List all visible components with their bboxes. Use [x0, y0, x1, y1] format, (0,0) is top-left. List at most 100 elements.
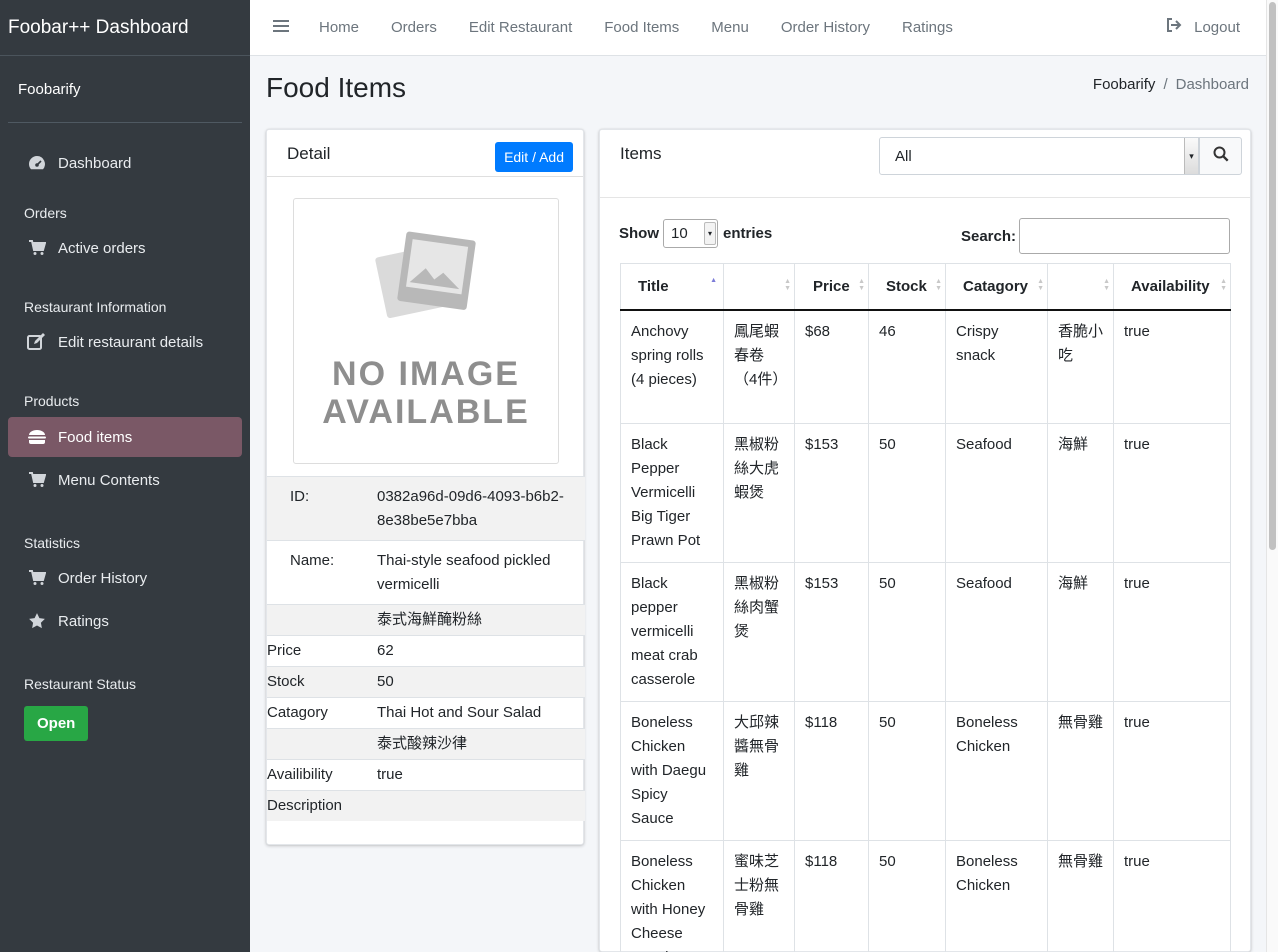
nav-link-order-history[interactable]: Order History — [765, 19, 886, 36]
sidebar-item-label: Active orders — [58, 239, 146, 257]
detail-value — [377, 790, 585, 821]
table-search-input[interactable] — [1019, 218, 1230, 254]
table-search: Search: — [961, 218, 1230, 254]
shopping-cart-icon — [26, 238, 48, 258]
entries-length-control: Show 10 ▾ entries — [619, 219, 772, 248]
detail-label: Catagory — [267, 697, 377, 729]
column-header-stock[interactable]: Stock ▲ ▼ — [868, 263, 946, 311]
column-header-title[interactable]: Title ▲ — [620, 263, 724, 311]
cell-availability: true — [1113, 309, 1231, 424]
cell-title: Anchovy spring rolls (4 pieces) — [620, 309, 724, 424]
detail-label: Stock — [267, 666, 377, 698]
cell-title-zh: 黑椒粉絲肉蟹煲 — [723, 562, 795, 702]
table-row[interactable]: Black Pepper Vermicelli Big Tiger Prawn … — [620, 423, 1231, 563]
detail-row-id: ID: 0382a96d-09d6-4093-b6b2-8e38be5e7bba — [267, 476, 585, 541]
cell-stock: 50 — [868, 562, 946, 702]
category-filter-value: All — [895, 147, 912, 165]
column-header-title-zh[interactable]: ▲ ▼ — [723, 263, 795, 311]
breadcrumb-current: Dashboard — [1175, 76, 1249, 93]
sidebar-item-ratings[interactable]: Ratings — [8, 602, 242, 640]
cell-title-zh: 黑椒粉絲大虎蝦煲 — [723, 423, 795, 563]
table-row[interactable]: Boneless Chicken with Honey Cheese Powde… — [620, 840, 1231, 952]
logout-link[interactable]: Logout — [1166, 18, 1240, 36]
image-placeholder-icon — [294, 229, 558, 333]
no-image-placeholder: NO IMAGE AVAILABLE — [293, 198, 559, 464]
sort-icon: ▲ ▼ — [935, 278, 942, 292]
page-title: Food Items — [266, 72, 407, 103]
nav-link-orders[interactable]: Orders — [375, 19, 453, 36]
sidebar-item-label: Food items — [58, 428, 133, 446]
filter-search-button[interactable] — [1199, 137, 1242, 175]
sidebar-header-orders: Orders — [24, 205, 67, 221]
nav-link-menu[interactable]: Menu — [695, 19, 765, 36]
sidebar-header-products: Products — [24, 393, 80, 409]
table-row[interactable]: Black pepper vermicelli meat crab casser… — [620, 562, 1231, 702]
entries-select[interactable]: 10 ▾ — [663, 219, 718, 248]
table-row[interactable]: Anchovy spring rolls (4 pieces) 鳳尾蝦春卷（4件… — [620, 309, 1231, 424]
detail-row-name-zh: 泰式海鮮醃粉絲 — [267, 604, 585, 636]
detail-label: Availibility — [267, 759, 377, 791]
sign-out-icon — [1166, 18, 1182, 36]
sidebar: Foobar++ Dashboard Foobarify Dashboard O… — [0, 0, 250, 952]
sidebar-header-info: Restaurant Information — [24, 299, 167, 315]
table-row[interactable]: Boneless Chicken with Daegu Spicy Sauce … — [620, 701, 1231, 841]
shopping-cart-icon — [26, 568, 48, 588]
tachometer-icon — [26, 153, 48, 173]
column-header-category[interactable]: Catagory ▲ ▼ — [945, 263, 1048, 311]
cell-availability: true — [1113, 701, 1231, 841]
cell-category: Crispy snack — [945, 309, 1048, 424]
restaurant-status-button[interactable]: Open — [24, 706, 89, 741]
detail-table: ID: 0382a96d-09d6-4093-b6b2-8e38be5e7bba … — [267, 476, 585, 821]
user-panel-name[interactable]: Foobarify — [8, 56, 242, 123]
detail-value: 62 — [377, 635, 585, 667]
detail-value: true — [377, 759, 585, 791]
detail-value: 50 — [377, 666, 585, 698]
cell-category: Boneless Chicken — [945, 840, 1048, 952]
menu-toggle-icon[interactable] — [273, 17, 291, 38]
logout-label: Logout — [1194, 18, 1240, 36]
page-scrollbar[interactable] — [1266, 0, 1278, 952]
sidebar-item-menu-contents[interactable]: Menu Contents — [8, 461, 242, 499]
detail-label: ID: — [267, 476, 377, 541]
detail-label — [267, 728, 377, 760]
scrollbar-thumb[interactable] — [1269, 2, 1276, 550]
sort-icon: ▲ ▼ — [1103, 278, 1110, 292]
sidebar-item-label: Ratings — [58, 612, 109, 630]
cell-title: Boneless Chicken with Daegu Spicy Sauce — [620, 701, 724, 841]
detail-value: 泰式酸辣沙律 — [377, 728, 585, 760]
cell-title-zh: 蜜味芝士粉無骨雞 — [723, 840, 795, 952]
breadcrumb-link[interactable]: Foobarify — [1093, 76, 1156, 93]
nav-link-food-items[interactable]: Food Items — [588, 19, 695, 36]
nav-link-ratings[interactable]: Ratings — [886, 19, 969, 36]
sort-icon: ▲ ▼ — [1037, 278, 1044, 292]
detail-label — [267, 604, 377, 636]
nav-link-edit-restaurant[interactable]: Edit Restaurant — [453, 19, 588, 36]
sidebar-item-order-history[interactable]: Order History — [8, 559, 242, 597]
cell-price: $68 — [794, 309, 869, 424]
sidebar-item-edit-details[interactable]: Edit restaurant details — [8, 323, 242, 361]
detail-row-name: Name: Thai-style seafood pickled vermicel… — [267, 540, 585, 605]
column-header-label: Catagory — [963, 277, 1029, 295]
brand-logo-text[interactable]: Foobar++ Dashboard — [0, 0, 250, 56]
detail-value: Thai Hot and Sour Salad — [377, 697, 585, 729]
sort-asc-icon: ▲ — [710, 277, 717, 284]
sidebar-item-food-items[interactable]: Food items — [8, 417, 242, 457]
column-header-category-zh[interactable]: ▲ ▼ — [1047, 263, 1114, 311]
cell-title-zh: 鳳尾蝦春卷（4件） — [723, 309, 795, 424]
detail-title: Detail — [287, 144, 331, 163]
sidebar-item-dashboard[interactable]: Dashboard — [8, 143, 242, 183]
sidebar-header-statistics: Statistics — [24, 535, 81, 551]
sidebar-item-active-orders[interactable]: Active orders — [8, 229, 242, 267]
items-title: Items — [620, 144, 662, 163]
sidebar-nav: Dashboard Orders Active orders Restauran… — [0, 123, 250, 741]
detail-row-availability: Availibility true — [267, 759, 585, 791]
cell-title: Black pepper vermicelli meat crab casser… — [620, 562, 724, 702]
nav-link-home[interactable]: Home — [303, 19, 375, 36]
cell-category-zh: 香脆小吃 — [1047, 309, 1114, 424]
column-header-availability[interactable]: Availability ▲ ▼ — [1113, 263, 1231, 311]
column-header-price[interactable]: Price ▲ ▼ — [794, 263, 869, 311]
cell-category-zh: 海鮮 — [1047, 562, 1114, 702]
edit-add-button[interactable]: Edit / Add — [495, 142, 573, 172]
cell-title: Black Pepper Vermicelli Big Tiger Prawn … — [620, 423, 724, 563]
category-filter-select[interactable]: All ▾ — [879, 137, 1199, 175]
